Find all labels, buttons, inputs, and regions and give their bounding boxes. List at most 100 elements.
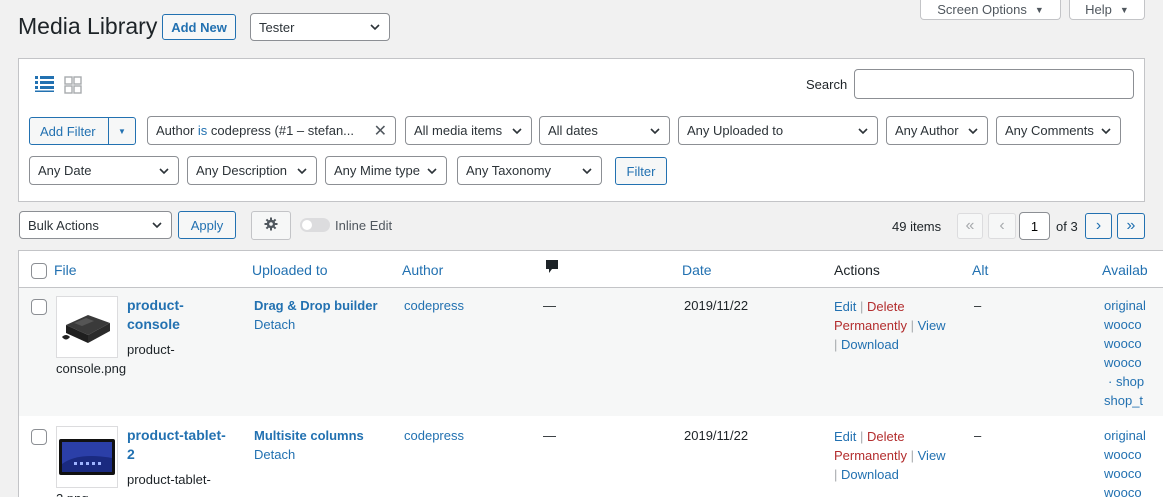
column-uploaded-to[interactable]: Uploaded to bbox=[252, 262, 328, 278]
list-view-icon[interactable] bbox=[35, 75, 54, 96]
comments-select[interactable]: Any Comments bbox=[996, 116, 1121, 145]
available-sizes: original wooco wooco wooco · shop shop_t bbox=[1104, 296, 1146, 410]
view-link[interactable]: View bbox=[918, 448, 946, 463]
alt-value: – bbox=[974, 298, 982, 313]
file-title-link[interactable]: product-tablet- 2 bbox=[127, 426, 226, 464]
column-actions: Actions bbox=[834, 262, 880, 278]
chevron-down-icon bbox=[649, 125, 661, 137]
author-link[interactable]: codepress bbox=[404, 296, 464, 315]
any-date-select[interactable]: Any Date bbox=[29, 156, 179, 185]
size-link[interactable]: shop_t bbox=[1104, 391, 1146, 410]
delete-link-cont[interactable]: Permanently bbox=[834, 448, 907, 463]
download-link[interactable]: Download bbox=[841, 337, 899, 352]
row-checkbox[interactable] bbox=[31, 429, 47, 445]
apply-button[interactable]: Apply bbox=[178, 211, 236, 239]
dates-value: All dates bbox=[548, 123, 598, 138]
author-filter-chip[interactable]: Author is codepress (#1 – stefan... ✕ bbox=[147, 116, 396, 145]
edit-link[interactable]: Edit bbox=[834, 429, 856, 444]
date-value: 2019/11/22 bbox=[684, 298, 749, 313]
comments-count: — bbox=[543, 298, 556, 313]
add-filter-button[interactable]: Add Filter ▼ bbox=[29, 117, 136, 145]
bulk-actions-select[interactable]: Bulk Actions bbox=[19, 211, 172, 239]
edit-link[interactable]: Edit bbox=[834, 299, 856, 314]
uploaded-to-select[interactable]: Any Uploaded to bbox=[678, 116, 878, 145]
delete-link[interactable]: Delete bbox=[867, 429, 905, 444]
add-filter-toggle[interactable]: ▼ bbox=[108, 118, 135, 144]
row-actions: Edit | Delete Permanently | View | Downl… bbox=[834, 429, 946, 482]
file-title-line2: console bbox=[127, 316, 180, 332]
detach-link[interactable]: Detach bbox=[254, 315, 295, 334]
last-page-button[interactable]: » bbox=[1117, 213, 1145, 239]
help-button[interactable]: Help ▼ bbox=[1069, 0, 1145, 20]
column-date[interactable]: Date bbox=[682, 262, 712, 278]
next-page-button[interactable]: › bbox=[1085, 213, 1112, 239]
help-label: Help bbox=[1085, 2, 1112, 17]
column-file[interactable]: File bbox=[54, 262, 77, 278]
grid-view-icon[interactable] bbox=[64, 76, 82, 97]
size-link[interactable]: wooco bbox=[1104, 334, 1146, 353]
caret-down-icon: ▼ bbox=[118, 126, 126, 136]
add-filter-label: Add Filter bbox=[40, 123, 96, 139]
taxonomy-value: Any Taxonomy bbox=[466, 163, 552, 178]
file-name: product- bbox=[127, 342, 175, 357]
search-label: Search bbox=[806, 77, 848, 92]
comment-icon[interactable] bbox=[545, 259, 559, 278]
media-type-value: All media items bbox=[414, 123, 503, 138]
author-link[interactable]: codepress bbox=[404, 426, 464, 445]
first-page-button[interactable]: « bbox=[957, 213, 983, 239]
size-link[interactable]: · shop bbox=[1104, 372, 1146, 391]
chevron-down-icon bbox=[369, 21, 381, 33]
author-chip-text: Author is codepress (#1 – stefan... bbox=[156, 123, 354, 138]
thumbnail-image[interactable] bbox=[56, 296, 118, 358]
dates-select[interactable]: All dates bbox=[539, 116, 670, 145]
delete-link[interactable]: Delete bbox=[867, 299, 905, 314]
description-select[interactable]: Any Description bbox=[187, 156, 317, 185]
file-title-line1: product- bbox=[127, 297, 184, 313]
prev-page-button[interactable]: ‹ bbox=[988, 213, 1016, 239]
column-settings-button[interactable] bbox=[251, 211, 291, 240]
size-link[interactable]: original bbox=[1104, 296, 1146, 315]
view-link[interactable]: View bbox=[918, 318, 946, 333]
media-type-select[interactable]: All media items bbox=[405, 116, 532, 145]
download-link[interactable]: Download bbox=[841, 467, 899, 482]
filter-button[interactable]: Filter bbox=[615, 157, 667, 185]
file-title-link[interactable]: product- console bbox=[127, 296, 184, 334]
uploaded-to-value: Any Uploaded to bbox=[687, 123, 784, 138]
size-link[interactable]: wooco bbox=[1104, 315, 1146, 334]
file-title-line2: 2 bbox=[127, 446, 135, 462]
row-checkbox[interactable] bbox=[31, 299, 47, 315]
size-link[interactable]: wooco bbox=[1104, 464, 1146, 483]
user-select[interactable]: Tester bbox=[250, 13, 390, 41]
column-alt[interactable]: Alt bbox=[972, 262, 988, 278]
size-link[interactable]: original bbox=[1104, 426, 1146, 445]
page-title: Media Library bbox=[18, 13, 158, 39]
inline-edit-toggle[interactable] bbox=[300, 218, 330, 232]
uploaded-to-link[interactable]: Drag & Drop builder bbox=[254, 296, 378, 315]
chevron-down-icon bbox=[151, 219, 163, 231]
delete-link-cont[interactable]: Permanently bbox=[834, 318, 907, 333]
chevron-down-icon bbox=[967, 125, 979, 137]
chevron-down-icon bbox=[296, 165, 308, 177]
column-author[interactable]: Author bbox=[402, 262, 443, 278]
chevron-down-icon bbox=[158, 165, 170, 177]
size-link[interactable]: wooco bbox=[1104, 353, 1146, 372]
thumbnail-image[interactable] bbox=[56, 426, 118, 488]
screen-options-label: Screen Options bbox=[937, 2, 1027, 17]
taxonomy-select[interactable]: Any Taxonomy bbox=[457, 156, 602, 185]
gear-icon bbox=[264, 217, 278, 234]
column-available-sizes[interactable]: Availab bbox=[1102, 262, 1148, 278]
author-select[interactable]: Any Author bbox=[886, 116, 988, 145]
add-new-button[interactable]: Add New bbox=[162, 14, 236, 40]
uploaded-to-link[interactable]: Multisite columns bbox=[254, 426, 364, 445]
close-icon[interactable]: ✕ bbox=[374, 121, 387, 141]
size-link[interactable]: wooco bbox=[1104, 483, 1146, 497]
file-name-cont: 2.png bbox=[56, 489, 89, 497]
mime-type-select[interactable]: Any Mime type bbox=[325, 156, 447, 185]
detach-link[interactable]: Detach bbox=[254, 445, 295, 464]
screen-options-button[interactable]: Screen Options ▼ bbox=[920, 0, 1061, 20]
chevron-down-icon bbox=[426, 165, 438, 177]
current-page-input[interactable] bbox=[1019, 212, 1050, 240]
select-all-checkbox[interactable] bbox=[31, 263, 47, 279]
size-link[interactable]: wooco bbox=[1104, 445, 1146, 464]
search-input[interactable] bbox=[854, 69, 1134, 99]
